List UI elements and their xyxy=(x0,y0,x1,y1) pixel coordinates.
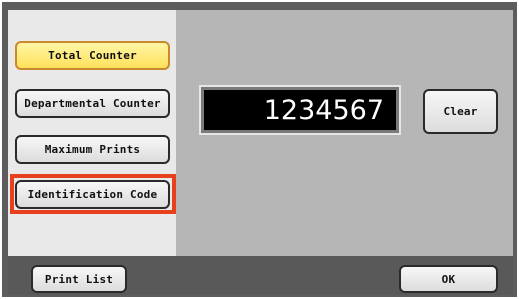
total-counter-button[interactable]: Total Counter xyxy=(15,41,170,70)
total-counter-label: Total Counter xyxy=(48,49,137,62)
clear-button[interactable]: Clear xyxy=(423,89,498,134)
counter-display: 1234567 xyxy=(199,85,401,135)
counter-display-value: 1234567 xyxy=(263,94,384,126)
clear-label: Clear xyxy=(443,105,478,118)
print-list-label: Print List xyxy=(44,272,114,286)
departmental-counter-button[interactable]: Departmental Counter xyxy=(15,89,170,118)
maximum-prints-label: Maximum Prints xyxy=(44,143,141,156)
departmental-counter-label: Departmental Counter xyxy=(24,97,161,110)
print-list-button[interactable]: Print List xyxy=(31,265,127,293)
maximum-prints-button[interactable]: Maximum Prints xyxy=(15,135,170,164)
ok-button[interactable]: OK xyxy=(399,265,498,293)
ok-label: OK xyxy=(441,272,456,286)
selection-highlight xyxy=(10,174,176,214)
